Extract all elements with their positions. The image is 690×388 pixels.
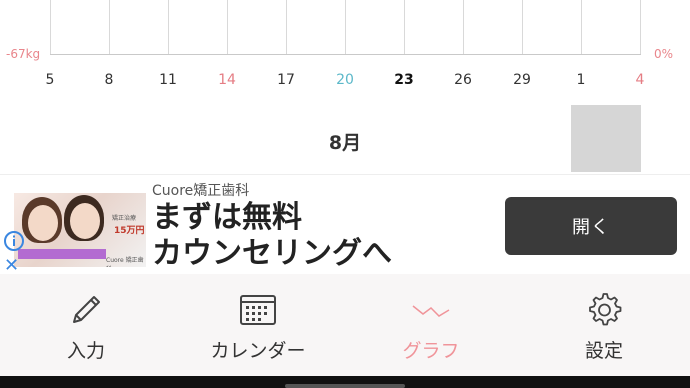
ad-headline-line: まずは無料 (152, 200, 302, 235)
x-tick-label: 11 (159, 72, 177, 88)
nav-label: 入力 (66, 340, 105, 362)
grid-line (109, 0, 110, 54)
x-tick-label: 14 (218, 72, 236, 88)
nav-item-graph[interactable]: グラフ (345, 274, 517, 376)
ad-image-price: 15万円 (114, 226, 145, 236)
ad-open-button[interactable]: 開く (505, 197, 677, 255)
ad-sponsor: Cuore矯正歯科 (152, 183, 250, 199)
nav-item-settings[interactable]: 設定 (518, 274, 690, 376)
nav-label: 設定 (584, 340, 623, 362)
ad-image-face (28, 205, 58, 241)
calendar-icon (240, 295, 276, 325)
x-tick-label: 20 (336, 72, 354, 88)
x-tick-label-today: 23 (394, 72, 414, 88)
nav-label: グラフ (402, 340, 460, 362)
right-axis-label: 0% (654, 47, 674, 61)
grid-line (404, 0, 405, 54)
system-navigation-bar (0, 376, 690, 388)
info-icon[interactable] (3, 230, 25, 252)
close-icon[interactable]: ✕ (4, 257, 19, 275)
grid-line (50, 0, 51, 54)
x-tick-label: 29 (513, 72, 531, 88)
scroll-indicator[interactable] (571, 105, 641, 172)
ad-image-brand: Cuore 矯正歯科 (106, 257, 144, 267)
x-tick-label: 5 (45, 72, 55, 88)
nav-label: カレンダー (210, 340, 306, 362)
home-indicator[interactable] (285, 384, 405, 388)
grid-line (286, 0, 287, 54)
grid-line (227, 0, 228, 54)
ad-image-caption: 矯正治療 (112, 215, 137, 222)
grid-line (522, 0, 523, 54)
x-tick-label: 17 (277, 72, 295, 88)
graph-icon (412, 305, 450, 317)
baseline (50, 54, 641, 55)
left-axis-label: -67kg (6, 47, 41, 61)
pencil-icon (73, 296, 100, 323)
weight-chart[interactable]: -67kg 0% 5 8 11 14 17 20 23 26 29 1 4 8月 (0, 0, 690, 172)
nav-item-input[interactable]: 入力 (0, 274, 172, 376)
grid-line (345, 0, 346, 54)
x-tick-label: 1 (576, 72, 586, 88)
grid-line (168, 0, 169, 54)
ad-headline-line: カウンセリングへ (152, 236, 392, 271)
nav-item-calendar[interactable]: カレンダー (172, 274, 344, 376)
x-tick-label: 26 (454, 72, 472, 88)
x-tick-label: 4 (635, 72, 645, 88)
grid-line (463, 0, 464, 54)
bottom-nav: 入力 カレンダー グラフ 設定 (0, 274, 690, 376)
ad-headline[interactable]: まずは無料 カウンセリングへ (152, 200, 392, 272)
grid-line (640, 0, 641, 54)
x-tick-label: 8 (104, 72, 114, 88)
ad-image-strip (18, 249, 106, 259)
ad-image-face (70, 203, 100, 239)
gear-icon (589, 293, 622, 326)
ad-image[interactable]: 矯正治療 15万円 Cuore 矯正歯科 (14, 193, 146, 267)
grid-line (581, 0, 582, 54)
month-label: 8月 (328, 132, 362, 154)
